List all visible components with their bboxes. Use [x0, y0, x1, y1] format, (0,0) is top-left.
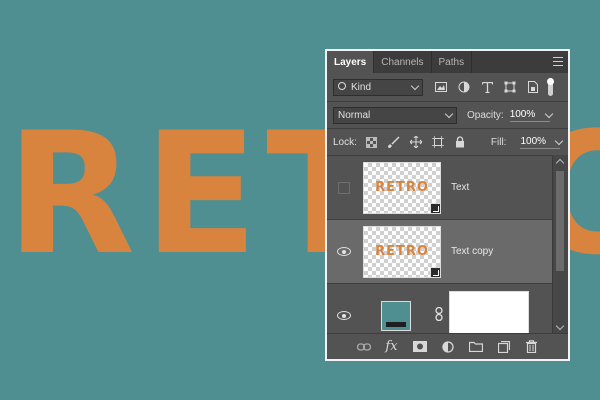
layer-thumbnail: RETRO: [363, 225, 441, 278]
layer-list-scrollbar[interactable]: [552, 155, 568, 336]
smart-object-filter-icon[interactable]: [525, 80, 541, 94]
kind-filter-select[interactable]: Kind: [333, 78, 423, 96]
adjustment-layer-icon[interactable]: [441, 340, 455, 354]
visibility-toggle[interactable]: [327, 247, 361, 256]
eye-icon: [337, 247, 351, 256]
tab-paths[interactable]: Paths: [432, 51, 473, 73]
layers-panel: Layers Channels Paths Kind Normal Opacit…: [325, 49, 570, 361]
chevron-down-icon: [410, 81, 420, 90]
fx-icon[interactable]: fx: [385, 339, 399, 354]
chevron-down-icon: [444, 109, 454, 118]
layers-bottom-toolbar: fx: [327, 333, 568, 359]
layer-row-adjustment[interactable]: [327, 284, 554, 337]
layer-name[interactable]: Text copy: [451, 246, 493, 257]
layer-list: RETRO Text RETRO Text copy: [327, 155, 554, 337]
opacity-label: Opacity:: [467, 109, 504, 121]
filter-toggle[interactable]: [547, 78, 554, 96]
smart-object-icon: [430, 202, 441, 214]
layer-row-text-copy[interactable]: RETRO Text copy: [327, 220, 554, 284]
adjustment-filter-icon[interactable]: [456, 80, 472, 94]
eye-icon: [337, 311, 351, 320]
blend-row: Normal Opacity: 100%: [327, 101, 568, 128]
panel-tabs: Layers Channels Paths: [327, 51, 568, 73]
opacity-field[interactable]: 100%: [509, 108, 553, 122]
lock-artboard-icon[interactable]: [431, 135, 445, 149]
fill-field[interactable]: 100%: [520, 135, 564, 149]
opacity-value: 100%: [509, 108, 536, 120]
link-chain-icon[interactable]: [435, 306, 443, 324]
trash-icon[interactable]: [525, 340, 539, 354]
add-mask-icon[interactable]: [412, 340, 427, 354]
search-icon: [338, 82, 346, 90]
adjustment-layer-thumbnail: [381, 300, 411, 331]
link-layers-icon[interactable]: [356, 340, 371, 354]
tab-layers[interactable]: Layers: [327, 51, 375, 73]
group-folder-icon[interactable]: [468, 340, 483, 354]
blend-mode-select[interactable]: Normal: [333, 106, 457, 124]
lock-position-icon[interactable]: [409, 135, 423, 149]
new-layer-icon[interactable]: [497, 340, 511, 354]
scrollbar-thumb[interactable]: [556, 171, 564, 271]
blend-mode-value: Normal: [338, 109, 371, 121]
visibility-toggle[interactable]: [327, 311, 361, 320]
scroll-down-icon[interactable]: [555, 321, 565, 331]
lock-transparent-pixels-icon[interactable]: [365, 135, 379, 149]
lock-image-pixels-icon[interactable]: [387, 135, 401, 149]
image-filter-icon[interactable]: [433, 80, 449, 94]
layer-name[interactable]: Text: [451, 182, 469, 193]
visibility-toggle[interactable]: [327, 181, 361, 194]
shape-filter-icon[interactable]: [502, 80, 518, 94]
chevron-down-icon: [555, 136, 564, 145]
smart-object-icon: [430, 266, 441, 278]
lock-all-icon[interactable]: [453, 135, 467, 149]
thumbnail-text: RETRO: [375, 180, 429, 195]
panel-menu-icon[interactable]: [553, 57, 563, 66]
layer-row-text[interactable]: RETRO Text: [327, 156, 554, 220]
lock-label: Lock:: [333, 136, 357, 148]
type-filter-icon[interactable]: [479, 80, 495, 94]
layer-thumbnail: RETRO: [363, 161, 441, 214]
kind-label: Kind: [351, 81, 372, 93]
fill-label: Fill:: [490, 136, 507, 148]
chevron-down-icon: [544, 109, 553, 118]
fill-value: 100%: [520, 135, 547, 147]
thumbnail-text: RETRO: [375, 244, 429, 259]
layer-mask-thumbnail[interactable]: [449, 290, 529, 337]
lock-row: Lock: Fill: 100%: [327, 128, 568, 155]
filter-row: Kind: [327, 73, 568, 101]
scroll-up-icon[interactable]: [555, 158, 565, 168]
tab-channels[interactable]: Channels: [374, 51, 432, 73]
visibility-off-icon: [338, 181, 350, 194]
